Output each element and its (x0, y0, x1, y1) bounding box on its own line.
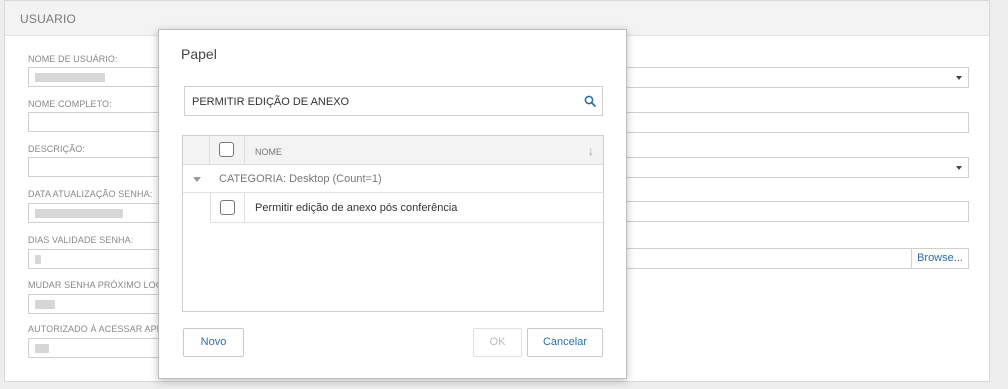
section-title: USUARIO (20, 12, 77, 26)
new-button[interactable]: Novo (183, 328, 244, 357)
right-field-2[interactable] (623, 112, 969, 133)
select-all-column (210, 136, 245, 165)
fullname-label: NOME COMPLETO: (28, 99, 112, 109)
redacted-value (35, 209, 123, 218)
column-header-name[interactable]: NOME (255, 147, 282, 157)
role-grid: NOME ↓ CATEGORIA: Desktop (Count=1) Perm… (182, 135, 605, 312)
group-row[interactable]: CATEGORIA: Desktop (Count=1) (183, 165, 603, 193)
change-password-next-login-label: MUDAR SENHA PRÓXIMO LOGI (28, 280, 166, 290)
right-field-4[interactable] (623, 201, 969, 222)
redacted-value (35, 300, 55, 309)
description-label: DESCRIÇÃO: (28, 144, 86, 154)
cancel-button[interactable]: Cancelar (527, 328, 603, 357)
file-upload-field[interactable]: Browse... (623, 248, 969, 269)
redacted-value (35, 344, 49, 353)
password-validity-days-field[interactable] (28, 249, 168, 269)
group-label: CATEGORIA: Desktop (Count=1) (219, 173, 382, 185)
username-field[interactable] (28, 67, 168, 87)
dialog-title: Papel (181, 46, 217, 62)
search-icon[interactable] (584, 95, 596, 107)
description-field[interactable] (28, 157, 168, 177)
api-access-authorized-field[interactable] (28, 338, 168, 358)
grid-header: NOME ↓ (183, 136, 603, 165)
ok-button[interactable]: OK (473, 328, 522, 357)
role-dialog: Papel PERMITIR EDIÇÃO DE ANEXO NOME ↓ CA… (158, 29, 627, 379)
chevron-down-icon (956, 166, 962, 170)
search-value: PERMITIR EDIÇÃO DE ANEXO (192, 96, 350, 108)
password-updated-date-label: DATA ATUALIZAÇÃO SENHA: (28, 189, 153, 199)
redacted-value (35, 255, 41, 264)
username-label: NOME DE USUÁRIO: (28, 54, 118, 64)
role-search-input[interactable]: PERMITIR EDIÇÃO DE ANEXO (184, 86, 603, 116)
select-all-checkbox[interactable] (219, 142, 234, 157)
fullname-field[interactable] (28, 112, 168, 132)
collapse-arrow-icon[interactable] (193, 177, 201, 182)
table-row[interactable]: Permitir edição de anexo pós conferência (210, 193, 605, 223)
password-validity-days-label: DIAS VALIDADE SENHA: (28, 235, 134, 245)
redacted-value (35, 73, 105, 82)
api-access-authorized-label: AUTORIZADO À ACESSAR API EX (28, 324, 175, 334)
browse-button[interactable]: Browse... (911, 249, 968, 268)
password-updated-date-field[interactable] (28, 203, 168, 223)
group-indent-column (183, 136, 210, 165)
change-password-next-login-field[interactable] (28, 294, 168, 314)
sort-descending-icon[interactable]: ↓ (588, 144, 594, 158)
chevron-down-icon (956, 76, 962, 80)
right-select-3[interactable] (623, 157, 969, 178)
row-checkbox[interactable] (220, 200, 235, 215)
row-check-column (210, 193, 245, 223)
row-name: Permitir edição de anexo pós conferência (255, 202, 458, 214)
right-select-1[interactable] (623, 67, 969, 88)
